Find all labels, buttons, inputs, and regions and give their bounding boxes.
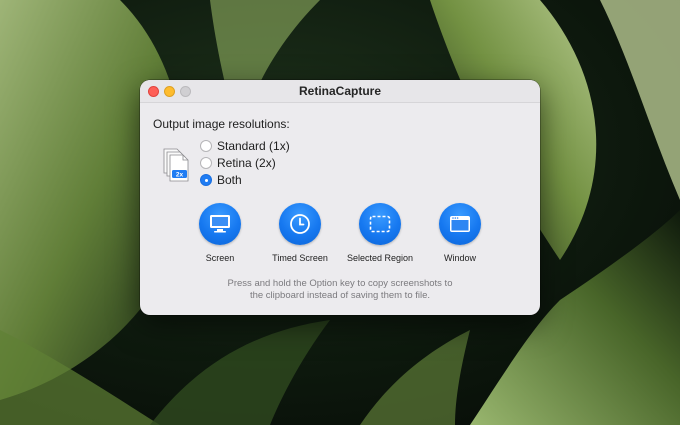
capture-screen-button[interactable] bbox=[199, 203, 241, 245]
radio-label-retina: Retina (2x) bbox=[217, 156, 276, 170]
radio-label-standard: Standard (1x) bbox=[217, 139, 290, 153]
radio-standard-1x[interactable]: Standard (1x) bbox=[200, 138, 290, 154]
capture-window-label: Window bbox=[443, 253, 476, 263]
capture-selected-region-button[interactable] bbox=[359, 203, 401, 245]
radio-retina-2x[interactable]: Retina (2x) bbox=[200, 155, 276, 171]
radio-button-standard[interactable] bbox=[200, 140, 212, 152]
capture-window-action[interactable]: Window bbox=[415, 203, 505, 263]
clock-icon bbox=[290, 214, 310, 234]
capture-selected-region-action[interactable]: Selected Region bbox=[335, 203, 425, 263]
display-icon bbox=[210, 215, 230, 233]
radio-button-retina[interactable] bbox=[200, 157, 212, 169]
title-bar[interactable]: RetinaCapture bbox=[140, 80, 540, 103]
window-title: RetinaCapture bbox=[298, 84, 381, 98]
capture-window-button[interactable] bbox=[439, 203, 481, 245]
documents-2x-icon: 2x bbox=[163, 148, 189, 182]
capture-timed-screen-label: Timed Screen bbox=[272, 253, 328, 263]
window-icon bbox=[450, 216, 470, 232]
option-key-hint: Press and hold the Option key to copy sc… bbox=[140, 278, 540, 302]
radio-button-both[interactable] bbox=[200, 174, 212, 186]
radio-both[interactable]: Both bbox=[200, 172, 242, 188]
capture-screen-action[interactable]: Screen bbox=[175, 203, 265, 263]
radio-label-both: Both bbox=[217, 173, 242, 187]
dashed-selection-icon bbox=[369, 215, 391, 233]
capture-selected-region-label: Selected Region bbox=[346, 253, 414, 263]
hint-line-2: the clipboard instead of saving them to … bbox=[249, 290, 431, 301]
capture-screen-label: Screen bbox=[205, 253, 235, 263]
capture-timed-screen-button[interactable] bbox=[279, 203, 321, 245]
hint-line-1: Press and hold the Option key to copy sc… bbox=[227, 278, 453, 289]
output-resolution-label: Output image resolutions: bbox=[153, 117, 290, 131]
retinacapture-window: RetinaCapture Output image resolutions: … bbox=[140, 80, 540, 315]
capture-timed-screen-action[interactable]: Timed Screen bbox=[255, 203, 345, 263]
icon-badge-text: 2x bbox=[176, 172, 184, 179]
